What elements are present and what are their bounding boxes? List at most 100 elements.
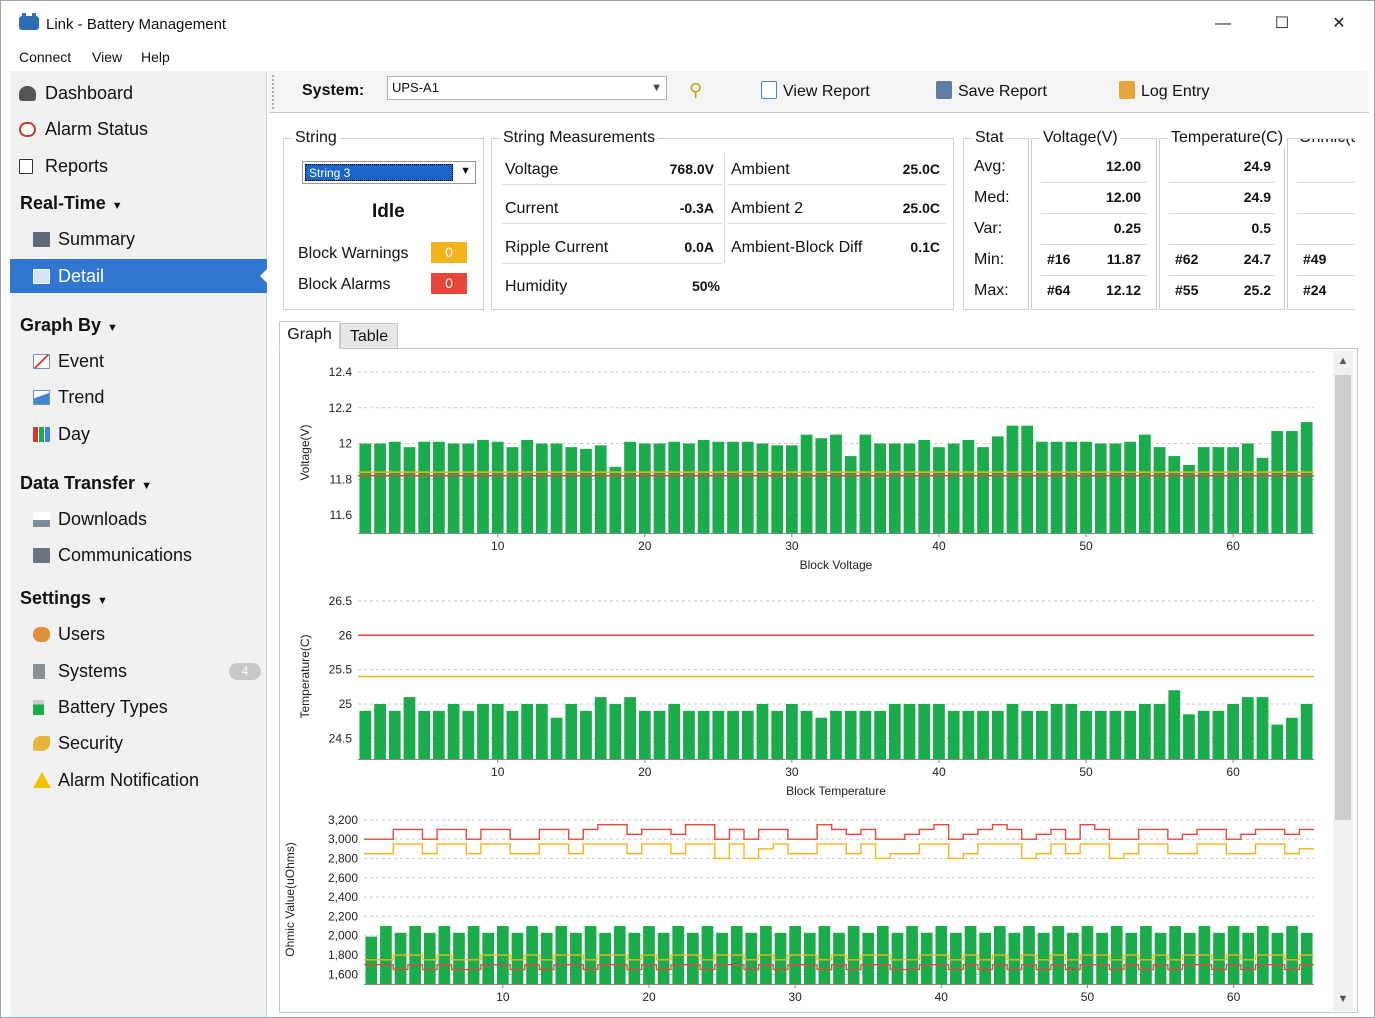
sidebar-item-label: Trend [58,387,105,407]
view-report-button[interactable]: View Report [761,81,870,101]
graph-scrollbar[interactable]: ▲ ▼ [1333,351,1353,1011]
bar [374,443,386,533]
bar [1227,704,1239,759]
minimize-button[interactable]: — [1200,9,1246,39]
sidebar-item-label: Alarm Status [45,119,149,139]
document-icon [19,159,33,174]
section-data-transfer[interactable]: Data Transfer ▼ [10,466,267,500]
sidebar-item-reports[interactable]: Reports [10,149,267,183]
x-tick-label: 20 [642,990,656,1004]
menu-view[interactable]: View [92,49,122,65]
sidebar-item-users[interactable]: Users [10,617,267,651]
voltage-label: Voltage [505,161,559,178]
section-real-time[interactable]: Real-Time ▼ [10,186,267,220]
bar [1197,447,1210,533]
x-tick-label: 20 [638,765,652,779]
sidebar-item-battery-types[interactable]: Battery Types [10,690,267,724]
bar [491,441,504,533]
sidebar-item-label: Day [58,424,91,444]
bar [1110,926,1123,984]
bar [638,443,651,533]
window-title: Link - Battery Management [46,16,227,33]
scrollbar-thumb[interactable] [1335,375,1351,820]
bar [933,447,945,533]
bar [701,926,714,984]
ambient-label: Ambient [731,161,790,178]
stats-col-voltage: Voltage(V) [1040,129,1121,147]
block-warnings-count: 0 [431,242,467,263]
bar [803,932,816,984]
stats-row-divider [1041,213,1147,214]
sidebar-item-downloads[interactable]: Downloads [10,502,267,536]
scroll-up-icon[interactable]: ▲ [1333,355,1353,367]
x-tick-label: 10 [491,539,505,553]
bar [1021,425,1034,533]
system-select[interactable]: UPS-A1 ▼ [387,76,667,100]
network-icon [33,548,50,563]
y-tick-label: 2,400 [328,890,358,904]
bar [1138,704,1151,759]
bar [756,704,769,759]
ambient-block-diff-label: Ambient-Block Diff [731,239,863,256]
sidebar-item-security[interactable]: Security [10,726,267,760]
toolbar-grip[interactable] [272,75,274,109]
bar [1300,704,1313,759]
bar [906,926,918,984]
stats-voltage-value: 0.25 [1113,220,1141,236]
bar [918,704,931,759]
scroll-down-icon[interactable]: ▼ [1333,993,1353,1005]
tab-graph[interactable]: Graph [279,321,340,349]
bar [477,704,489,759]
sidebar-item-alarm-notification[interactable]: Alarm Notification [10,763,267,797]
tab-table[interactable]: Table [340,323,398,349]
x-tick-label: 30 [788,990,802,1004]
bar [1241,443,1254,533]
download-icon [33,512,50,527]
bar [1124,441,1137,533]
sidebar-item-communications[interactable]: Communications [10,538,267,572]
server-icon [33,664,45,679]
sidebar-item-day[interactable]: Day [10,417,267,451]
bar [977,710,989,759]
stats-row-divider [1041,182,1147,183]
save-report-button[interactable]: Save Report [936,81,1047,101]
search-icon[interactable]: ⚲ [689,80,702,101]
sidebar-item-event[interactable]: Event [10,344,267,378]
y-tick-label: 12.4 [329,365,353,379]
high-alarm-step-line [364,823,1314,840]
sidebar-item-detail[interactable]: Detail [10,259,268,293]
bar [1183,932,1196,984]
y-tick-label: 2,000 [328,929,358,943]
section-settings[interactable]: Settings ▼ [10,581,267,615]
stats-row-divider [1297,182,1355,183]
bar [1300,932,1313,984]
bar [977,447,989,533]
y-tick-label: 3,000 [328,832,358,846]
y-tick-label: 12.2 [329,401,353,415]
bar [1271,431,1284,533]
bar [359,710,372,759]
string-select[interactable]: String 3 ▼ [302,161,476,184]
section-graph-by[interactable]: Graph By ▼ [10,308,267,342]
sidebar-item-alarm-status[interactable]: Alarm Status [10,112,267,146]
sidebar-item-trend[interactable]: Trend [10,380,267,414]
sidebar-item-systems[interactable]: Systems 4 [10,654,267,688]
sidebar-item-summary[interactable]: Summary [10,222,267,256]
stats-row-label: Med: [974,189,1010,206]
log-entry-button[interactable]: Log Entry [1119,81,1209,101]
bar [521,704,534,759]
menu-help[interactable]: Help [141,49,170,65]
sidebar-item-dashboard[interactable]: Dashboard [10,76,267,110]
bar [962,710,975,759]
ripple-current-label: Ripple Current [505,239,609,256]
warning-icon [33,772,51,788]
maximize-button[interactable]: ☐ [1259,9,1305,39]
bar [394,932,407,984]
bar [918,439,931,533]
bar [1094,443,1107,533]
menu-connect[interactable]: Connect [19,49,71,65]
bar [859,434,872,533]
bar [624,697,636,759]
bar [844,710,857,759]
close-button[interactable]: ✕ [1316,9,1362,39]
